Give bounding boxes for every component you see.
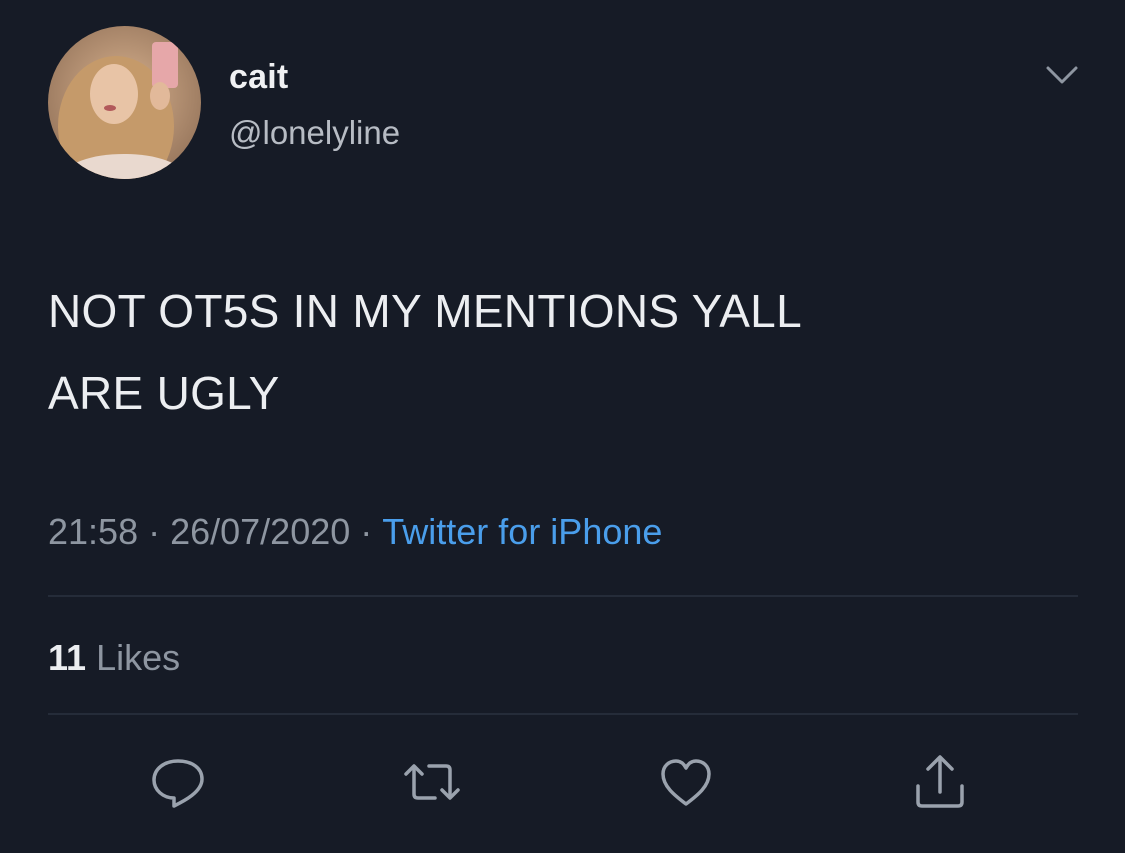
reply-icon[interactable] — [148, 752, 208, 812]
tweet-text-line: NOT OT5S IN MY MENTIONS YALL — [48, 285, 802, 337]
meta-separator: · — [148, 511, 161, 552]
avatar-photo — [48, 26, 201, 179]
tweet-text: NOT OT5S IN MY MENTIONS YALL ARE UGLY — [48, 270, 1058, 434]
display-name[interactable]: cait — [229, 58, 288, 97]
likes-label: Likes — [96, 637, 181, 678]
share-icon[interactable] — [910, 752, 970, 812]
avatar[interactable] — [48, 26, 201, 179]
tweet-meta: 21:58 · 26/07/2020 · Twitter for iPhone — [48, 511, 662, 553]
chevron-down-icon[interactable] — [1040, 58, 1084, 94]
tweet-text-line: ARE UGLY — [48, 367, 280, 419]
meta-separator: · — [360, 511, 373, 552]
likes-stat[interactable]: 11 Likes — [48, 637, 180, 679]
divider — [48, 595, 1078, 597]
likes-count: 11 — [48, 637, 87, 678]
retweet-icon[interactable] — [402, 752, 462, 812]
divider — [48, 713, 1078, 715]
tweet-card: cait @lonelyline NOT OT5S IN MY MENTIONS… — [0, 0, 1125, 853]
tweet-time[interactable]: 21:58 — [48, 511, 138, 552]
heart-icon[interactable] — [656, 752, 716, 812]
tweet-date[interactable]: 26/07/2020 — [170, 511, 350, 552]
tweet-source-link[interactable]: Twitter for iPhone — [382, 511, 662, 552]
user-handle[interactable]: @lonelyline — [229, 114, 400, 152]
